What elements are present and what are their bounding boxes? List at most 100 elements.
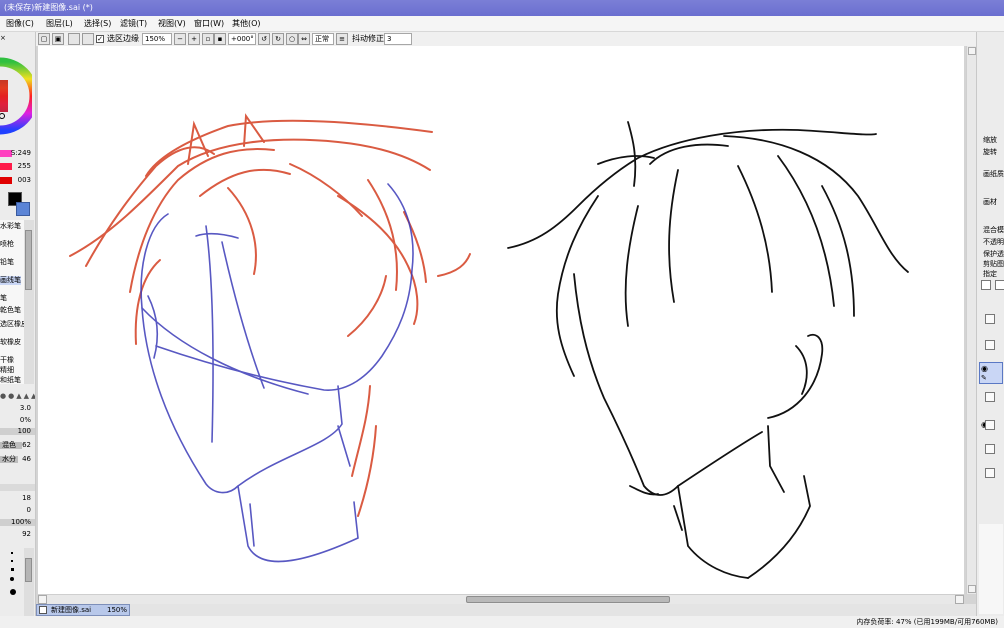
opacity-label: 不透明度 xyxy=(983,238,1004,246)
flip-icon[interactable]: ⇔ xyxy=(298,33,310,45)
lineart-strokes xyxy=(507,121,909,579)
zoom-out-icon[interactable]: − xyxy=(174,33,186,45)
tool-item[interactable]: 喷枪 xyxy=(0,240,14,249)
horizontal-scroll-thumb[interactable] xyxy=(466,596,670,603)
canvas-area xyxy=(36,46,976,604)
document-tab-name: 新建图像.sai xyxy=(51,606,92,614)
tool-list: 水彩笔 喷枪 铅笔 画线笔 笔 乾色笔 选区橡皮 软橡皮 干橡 精细 和纸笔 xyxy=(0,220,28,385)
selection-hide-icon[interactable] xyxy=(82,33,94,45)
specify-label: 指定 xyxy=(983,270,997,278)
blend-mode-label: 混合模式 xyxy=(983,226,1004,234)
saturation-value: 255 xyxy=(17,162,31,170)
material-label: 画材 xyxy=(983,198,997,206)
scroll-up-button[interactable] xyxy=(968,47,976,55)
angle-select[interactable]: +000° xyxy=(228,33,256,45)
clipping-label: 剪贴图层 xyxy=(983,260,1004,268)
canvas-vertical-scrollbar[interactable] xyxy=(966,46,976,594)
tool-item[interactable]: 干橡 xyxy=(0,356,14,365)
dilution-label: 水分 xyxy=(2,455,16,463)
density-pct[interactable]: 0% xyxy=(20,416,31,425)
value-slider[interactable] xyxy=(0,177,12,184)
extra-slider-1[interactable] xyxy=(0,484,35,491)
blend-value: 62 xyxy=(22,441,31,449)
tool-list-scrollbar[interactable] xyxy=(24,220,34,384)
selection-edge-checkbox[interactable]: ✓ xyxy=(96,35,104,43)
tool-item[interactable]: 软橡皮 xyxy=(0,338,21,347)
color-wheel-icon[interactable] xyxy=(0,46,32,146)
scroll-right-button[interactable] xyxy=(955,595,964,604)
tool-item-selected[interactable]: 画线笔 xyxy=(0,276,21,285)
rotate-label: 旋转 xyxy=(983,148,997,156)
scroll-left-button[interactable] xyxy=(38,595,47,604)
menu-image[interactable]: 图像(C) xyxy=(4,18,36,30)
extra-value-2: 0 xyxy=(26,506,31,514)
rotate-right-icon[interactable]: ↻ xyxy=(272,33,284,45)
menu-window[interactable]: 窗口(W) xyxy=(192,18,226,30)
selection-show-icon[interactable] xyxy=(68,33,80,45)
tool-item[interactable]: 乾色笔 xyxy=(0,306,21,315)
layer-thumbnail[interactable] xyxy=(985,340,995,350)
close-icon[interactable]: × xyxy=(0,34,6,43)
brush-shape-icons[interactable]: ●●▲▲▲ xyxy=(0,392,35,401)
zoom-select[interactable]: 150% xyxy=(142,33,172,45)
menu-other[interactable]: 其他(O) xyxy=(230,18,263,30)
crop-icon[interactable]: ▣ xyxy=(52,33,64,45)
sketch-artwork xyxy=(69,113,909,579)
brush-dot-sizes[interactable] xyxy=(10,552,16,616)
value-value: 003 xyxy=(17,176,31,184)
dilution-value: 46 xyxy=(22,455,31,463)
menu-filter[interactable]: 滤镜(T) xyxy=(118,18,149,30)
hue-value: S:249 xyxy=(10,149,31,157)
brush-size-scrollbar[interactable] xyxy=(24,548,34,622)
layer-thumbnail[interactable] xyxy=(985,468,995,478)
zoom-in-icon[interactable]: + xyxy=(188,33,200,45)
tool-item[interactable]: 水彩笔 xyxy=(0,222,21,231)
status-bar: 内存负荷率: 47% (已用199MB/可用760MB) xyxy=(0,616,1004,628)
red-sketch-strokes xyxy=(69,113,471,517)
blend-select[interactable]: 正常 xyxy=(312,33,334,45)
menu-view[interactable]: 视图(V) xyxy=(156,18,188,30)
layer-thumbnail[interactable] xyxy=(985,444,995,454)
canvas-horizontal-scrollbar[interactable] xyxy=(38,594,964,604)
folder-icon[interactable] xyxy=(995,280,1004,290)
blue-sketch-strokes xyxy=(140,183,414,563)
left-tool-panel: × S:249 255 003 水彩笔 喷枪 铅笔 画线笔 笔 乾色笔 选区橡皮… xyxy=(0,32,36,622)
document-icon xyxy=(39,606,47,614)
stabilizer-select[interactable]: 3 xyxy=(384,33,412,45)
blend-label: 混色 xyxy=(2,441,16,449)
brush-size-value[interactable]: 3.0 xyxy=(20,404,31,413)
menu-bar: 图像(C) 图层(L) 选择(S) 滤镜(T) 视图(V) 窗口(W) 其他(O… xyxy=(0,16,1004,32)
preserve-opacity-label: 保护透明 xyxy=(983,250,1004,258)
new-layer-icon[interactable] xyxy=(981,280,991,290)
layer-thumbnail[interactable] xyxy=(985,420,995,430)
rotate-reset-icon[interactable]: ○ xyxy=(286,33,298,45)
tool-item[interactable]: 精细 xyxy=(0,366,14,375)
menu-layer[interactable]: 图层(L) xyxy=(44,18,75,30)
saturation-slider[interactable] xyxy=(0,163,12,170)
tool-item[interactable]: 铅笔 xyxy=(0,258,14,267)
selection-edge-label: 选区边缘 xyxy=(107,34,139,43)
rotate-left-icon[interactable]: ↺ xyxy=(258,33,270,45)
extra-value-4: 92 xyxy=(22,530,31,538)
document-tab-bar: 新建图像.sai 150% xyxy=(36,604,976,616)
layer-row-selected[interactable]: ◉ ✎ xyxy=(979,362,1003,384)
document-tab-zoom: 150% xyxy=(106,606,127,614)
extra-value-1: 18 xyxy=(22,494,31,502)
extra-value-3: 100% xyxy=(10,518,31,526)
document-tab[interactable]: 新建图像.sai 150% xyxy=(36,604,130,616)
layer-thumbnail[interactable] xyxy=(985,392,995,402)
scroll-down-button[interactable] xyxy=(968,585,976,593)
secondary-color-swatch[interactable] xyxy=(16,202,30,216)
eye-icon[interactable]: ◉ xyxy=(981,364,988,373)
zoom-fit-icon[interactable]: ▪ xyxy=(214,33,226,45)
brush-size-scroll-thumb[interactable] xyxy=(25,558,32,582)
tool-item[interactable]: 和纸笔 xyxy=(0,376,21,385)
drawing-canvas[interactable] xyxy=(38,46,964,594)
deselect-icon[interactable]: ▢ xyxy=(38,33,50,45)
tool-list-scroll-thumb[interactable] xyxy=(25,230,32,290)
blend-options-icon[interactable]: ≡ xyxy=(336,33,348,45)
zoom-reset-icon[interactable]: ▫ xyxy=(202,33,214,45)
tool-item[interactable]: 笔 xyxy=(0,294,7,303)
menu-select[interactable]: 选择(S) xyxy=(82,18,113,30)
layer-thumbnail[interactable] xyxy=(985,314,995,324)
